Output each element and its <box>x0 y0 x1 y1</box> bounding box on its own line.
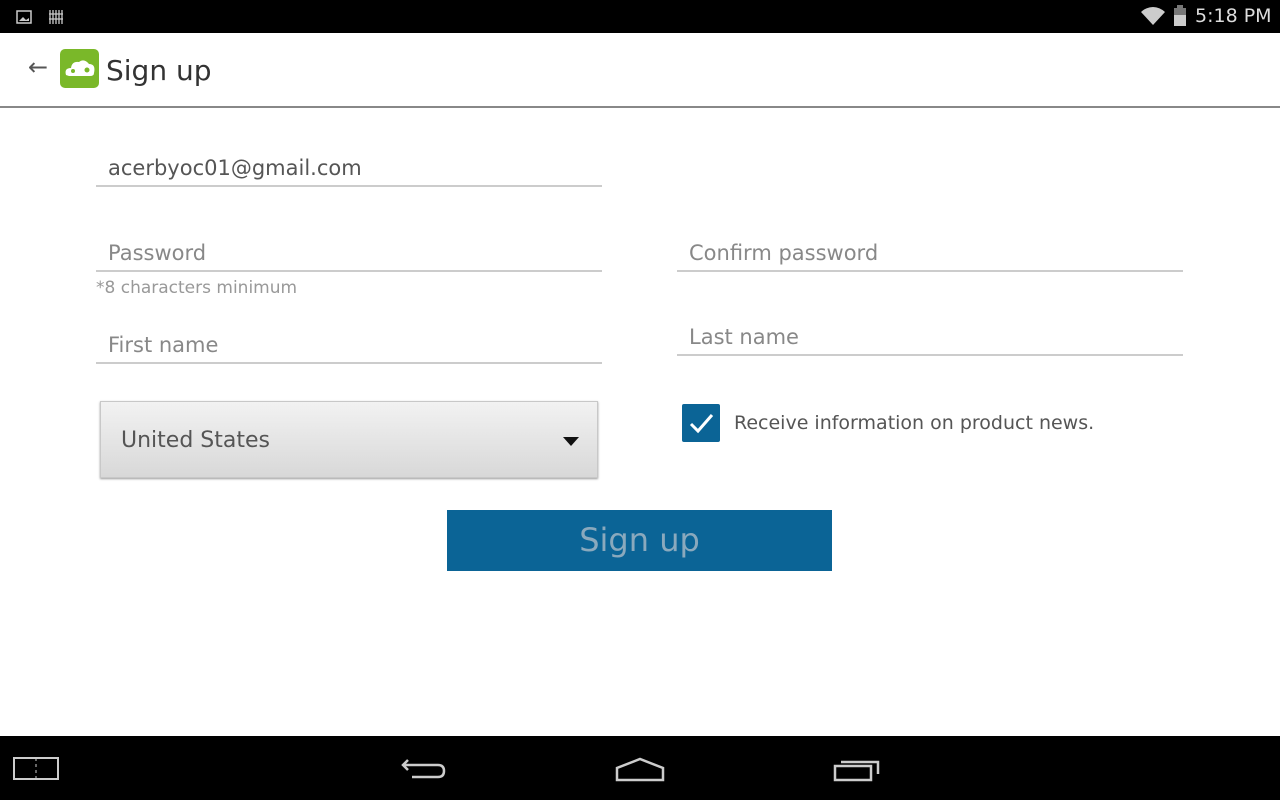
checkmark-icon <box>689 414 714 434</box>
barcode-icon <box>49 10 63 24</box>
back-icon[interactable] <box>400 754 448 782</box>
page-title: Sign up <box>106 54 212 87</box>
sign-up-button[interactable]: Sign up <box>447 510 832 571</box>
home-icon[interactable] <box>614 756 666 782</box>
split-screen-icon[interactable] <box>12 756 60 782</box>
wifi-icon <box>1141 7 1165 25</box>
password-placeholder: Password <box>108 241 207 265</box>
status-bar: 5:18 PM <box>0 0 1280 33</box>
clock: 5:18 PM <box>1195 5 1272 27</box>
password-hint: *8 characters minimum <box>96 278 298 298</box>
confirm-password-placeholder: Confirm password <box>689 241 879 265</box>
battery-icon <box>1174 5 1186 26</box>
navigation-bar <box>0 736 1280 800</box>
last-name-placeholder: Last name <box>689 325 799 349</box>
first-name-placeholder: First name <box>108 333 219 357</box>
country-selected: United States <box>121 428 270 453</box>
cloud-logo <box>60 49 99 88</box>
app-bar: ← Sign up <box>0 33 1280 108</box>
email-value: acerbyoc01@gmail.com <box>108 156 362 180</box>
newsletter-label: Receive information on product news. <box>734 412 1095 434</box>
country-select[interactable]: United States <box>100 401 598 478</box>
back-arrow-icon[interactable]: ← <box>28 53 48 81</box>
newsletter-checkbox[interactable] <box>682 404 720 442</box>
recent-apps-icon[interactable] <box>832 756 882 782</box>
image-icon <box>16 10 32 24</box>
dropdown-arrow-icon <box>563 437 579 446</box>
